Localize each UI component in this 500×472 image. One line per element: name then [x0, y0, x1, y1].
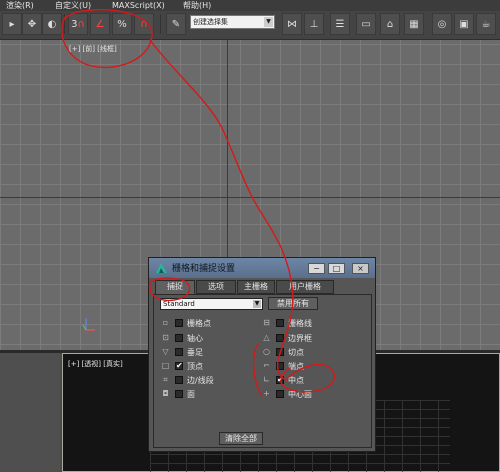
option-label: 轴心 [187, 334, 203, 343]
option-label: 中心面 [288, 390, 312, 399]
checkbox-face[interactable] [175, 390, 183, 398]
face-icon: ◘ [162, 389, 169, 398]
select-icon[interactable]: ▸ [2, 13, 22, 35]
layer-icon[interactable]: ☰ [330, 13, 350, 35]
mirror-icon[interactable]: ⋈ [282, 13, 302, 35]
move-icon[interactable]: ✥ [22, 13, 42, 35]
schematic-icon[interactable]: ⌂ [380, 13, 400, 35]
maximize-button[interactable]: □ [328, 263, 345, 274]
checkbox-perpendicular[interactable] [175, 348, 183, 356]
checkbox-grid-line[interactable] [276, 319, 284, 327]
tab-snaps[interactable]: 捕捉 [155, 280, 195, 295]
align-icon[interactable]: ⊥ [304, 13, 324, 35]
percent-snap-label: % [117, 18, 127, 30]
checkbox-vertex[interactable]: ✔ [175, 362, 183, 370]
viewport-axis-horizontal [0, 197, 500, 198]
axis-gizmo-icon [82, 316, 96, 332]
checkbox-midpoint[interactable]: ✔ [276, 376, 284, 384]
edge-icon: ⌗ [163, 375, 168, 384]
vertex-icon: □ [161, 361, 170, 370]
close-button[interactable]: × [352, 263, 369, 274]
menu-help[interactable]: 帮助(H) [183, 0, 211, 11]
tangent-icon: ○ [263, 347, 270, 356]
tab-options[interactable]: 选项 [196, 280, 236, 294]
snap-type-value: Standard [163, 300, 195, 308]
chevron-down-icon: ▼ [253, 300, 261, 308]
menu-maxscript[interactable]: MAXScript(X) [112, 0, 165, 11]
checkbox-endpoint[interactable] [276, 362, 284, 370]
disable-all-button[interactable]: 禁用所有 [268, 297, 318, 310]
perspective-viewport-label[interactable]: [+] [透视] [真实] [68, 359, 123, 369]
option-label: 栅格点 [187, 319, 211, 328]
checkbox-pivot[interactable] [175, 334, 183, 342]
option-label: 边/线段 [187, 376, 214, 385]
option-label: 切点 [288, 348, 304, 357]
chevron-down-icon: ▼ [264, 17, 273, 27]
max-logo-icon [155, 262, 168, 274]
option-label: 顶点 [187, 362, 203, 371]
angle-snap-icon[interactable]: ∠ [90, 13, 110, 35]
pivot-icon: ⊡ [162, 333, 169, 342]
snap-3d-icon[interactable]: 3 ∩ [68, 13, 88, 35]
checkbox-bounding-box[interactable] [276, 334, 284, 342]
rotate-icon[interactable]: ◐ [42, 13, 62, 35]
option-label: 边界框 [288, 334, 312, 343]
perpendicular-icon: ▽ [162, 347, 169, 356]
option-label: 面 [187, 390, 195, 399]
spinner-snap-icon[interactable]: ∩ [134, 13, 154, 35]
endpoint-icon: ⌐ [263, 361, 270, 370]
minimize-button[interactable]: − [308, 263, 325, 274]
center-face-icon: + [263, 389, 270, 398]
option-label: 端点 [288, 362, 304, 371]
named-selection-icon[interactable]: ✎ [166, 13, 186, 35]
render-frame-icon[interactable]: ▣ [454, 13, 474, 35]
material-editor-icon[interactable]: ▦ [404, 13, 424, 35]
checkbox-tangent[interactable] [276, 348, 284, 356]
option-label: 中点 [288, 376, 304, 385]
snap-type-dropdown[interactable]: Standard ▼ [160, 298, 263, 310]
selection-set-text: 创建选择集 [193, 18, 228, 26]
checkbox-center-face[interactable] [276, 390, 284, 398]
front-viewport-label[interactable]: [+] [前] [线框] [69, 44, 117, 54]
checkbox-edge[interactable] [175, 376, 183, 384]
menu-render[interactable]: 渲染(R) [6, 0, 34, 11]
render-icon[interactable]: ☕ [476, 13, 496, 35]
selection-set-dropdown[interactable]: 创建选择集 ▼ [190, 15, 275, 29]
midpoint-icon: ∟ [263, 375, 270, 384]
left-viewport[interactable] [0, 353, 60, 472]
option-label: 垂足 [187, 348, 203, 357]
menu-customize[interactable]: 自定义(U) [55, 0, 91, 11]
option-label: 栅格线 [288, 319, 312, 328]
grid-point-icon: ▫ [162, 318, 169, 327]
graph-editor-icon[interactable]: ▭ [356, 13, 376, 35]
clear-all-button[interactable]: 清除全部 [219, 432, 263, 445]
tab-home-grid[interactable]: 主栅格 [237, 280, 275, 294]
toolbar-separator [64, 14, 65, 34]
bounding-box-icon: △ [263, 333, 270, 342]
dialog-title: 栅格和捕捉设置 [172, 264, 236, 274]
tab-user-grids[interactable]: 用户栅格 [276, 280, 334, 294]
render-setup-icon[interactable]: ◎ [432, 13, 452, 35]
checkbox-grid-point[interactable] [175, 319, 183, 327]
percent-snap-icon[interactable]: % [112, 13, 132, 35]
grid-line-icon: ⊟ [263, 318, 270, 327]
toolbar-separator [160, 14, 161, 34]
